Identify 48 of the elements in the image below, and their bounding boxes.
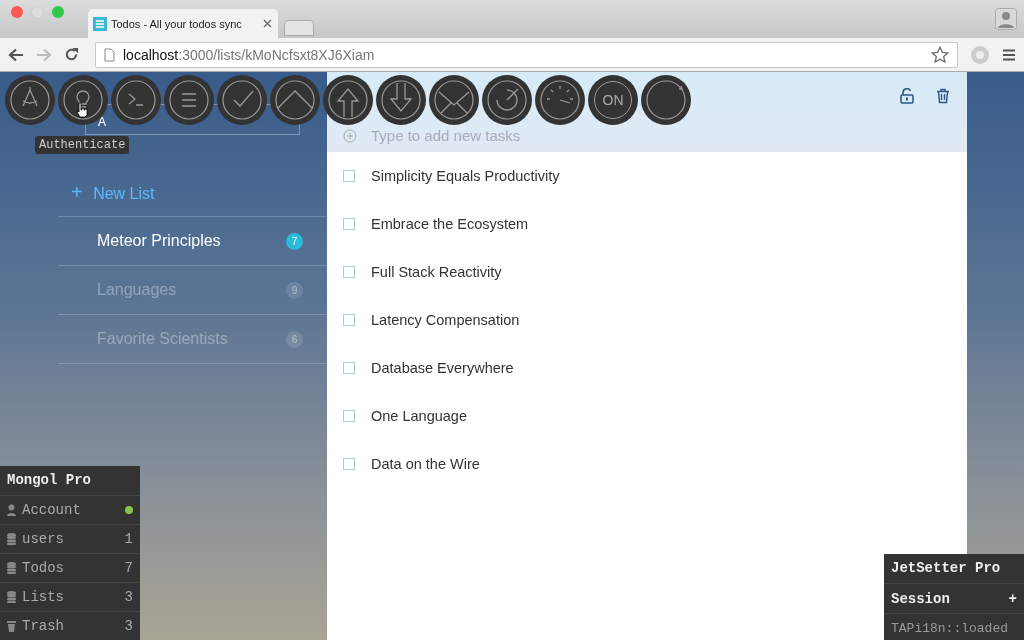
checkbox[interactable]: [343, 458, 355, 470]
collection-row[interactable]: Todos 7: [0, 554, 140, 583]
back-icon[interactable]: [8, 47, 24, 62]
list-icon: [93, 16, 107, 31]
tooltip: Authenticate: [35, 136, 130, 154]
checkbox[interactable]: [343, 362, 355, 374]
trash-icon: [7, 620, 16, 632]
checkbox[interactable]: [343, 170, 355, 182]
new-task-field[interactable]: Type to add new tasks: [371, 127, 671, 144]
reload-icon[interactable]: [64, 47, 79, 62]
checkbox[interactable]: [343, 314, 355, 326]
add-icon: [343, 128, 357, 143]
close-window-button[interactable]: [11, 6, 23, 18]
address-field[interactable]: localhost:3000/lists/kMoNcfsxt8XJ6Xiam: [95, 41, 958, 68]
count-badge: 7: [286, 232, 303, 250]
collection-row[interactable]: Trash 3: [0, 612, 140, 640]
menu-icon[interactable]: [1002, 47, 1016, 62]
list-item[interactable]: Meteor Principles 7: [58, 216, 327, 265]
task-text: Embrace the Ecosystem: [371, 216, 529, 232]
collection-row[interactable]: Account: [0, 496, 140, 525]
task-text: Database Everywhere: [371, 360, 514, 376]
person-icon: [7, 504, 16, 516]
section-title: Session: [891, 590, 950, 607]
collection-row[interactable]: Lists 3: [0, 583, 140, 612]
collection-row[interactable]: users 1: [0, 525, 140, 554]
page-icon: [104, 47, 115, 62]
trash-icon[interactable]: [936, 88, 950, 104]
task-text: One Language: [371, 408, 467, 424]
database-icon: [7, 562, 16, 574]
lock-icon[interactable]: [900, 88, 914, 104]
session-key[interactable]: TAPi18n::loaded: [884, 614, 1024, 640]
task-text: Data on the Wire: [371, 456, 480, 472]
hand-cursor-icon: [76, 102, 88, 118]
browser-tab[interactable]: Todos - All your todos sync: [88, 9, 278, 38]
task-text: Latency Compensation: [371, 312, 520, 328]
checkbox[interactable]: [343, 218, 355, 230]
database-icon: [7, 591, 16, 603]
panel-title: JetSetter Pro: [884, 554, 1024, 584]
task-text: Full Stack Reactivity: [371, 264, 502, 280]
task-text: Simplicity Equals Productivity: [371, 168, 560, 184]
database-icon: [7, 533, 16, 545]
checkbox[interactable]: [343, 410, 355, 422]
panel-title: Mongol Pro: [0, 466, 140, 496]
add-button[interactable]: +: [1008, 590, 1017, 607]
close-icon[interactable]: [263, 19, 272, 28]
checkbox[interactable]: [343, 266, 355, 278]
profile-icon[interactable]: [995, 8, 1017, 30]
star-icon[interactable]: [931, 45, 949, 64]
